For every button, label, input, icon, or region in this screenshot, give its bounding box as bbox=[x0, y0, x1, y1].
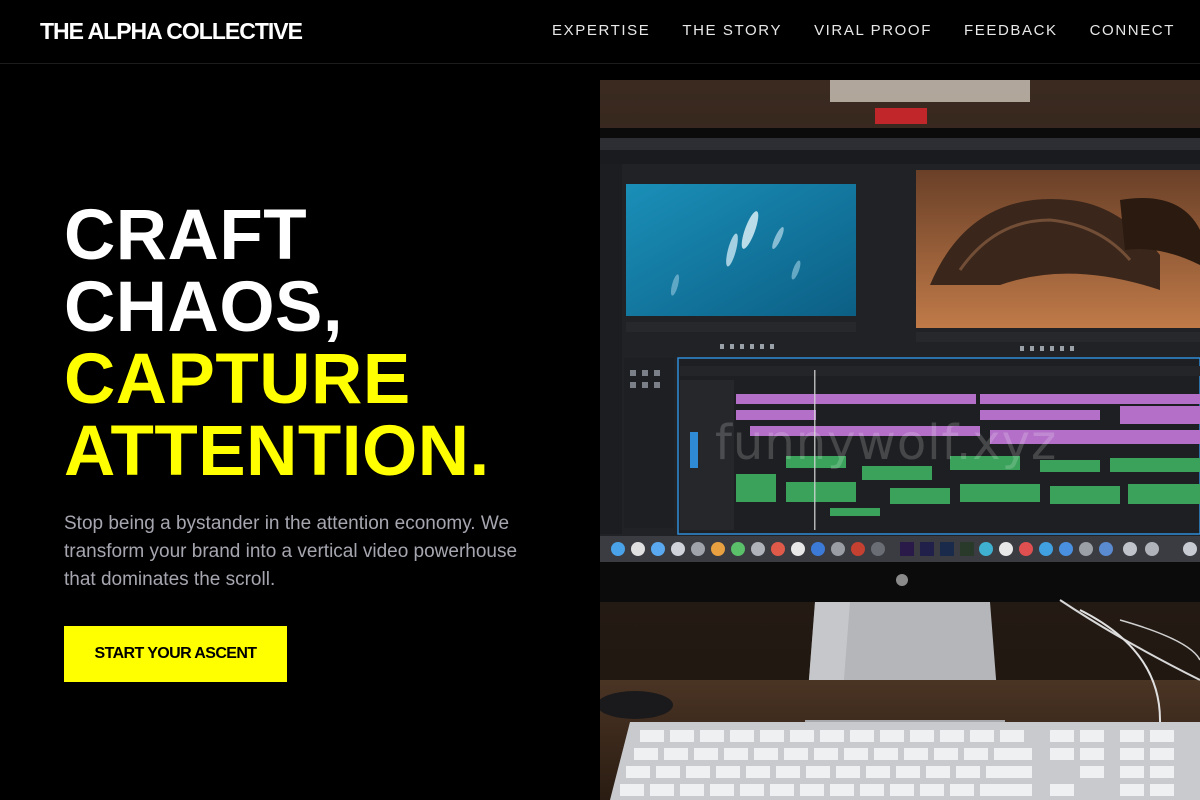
headline-line-2: CHAOS, bbox=[64, 268, 344, 347]
headline-line-1: CRAFT bbox=[64, 196, 308, 275]
hero-headline: CRAFT CHAOS, CAPTURE ATTENTION. bbox=[64, 200, 490, 488]
nav-links: EXPERTISE THE STORY VIRAL PROOF FEEDBACK… bbox=[552, 22, 1175, 39]
nav-link-connect[interactable]: CONNECT bbox=[1090, 22, 1175, 39]
nav-link-expertise[interactable]: EXPERTISE bbox=[552, 22, 650, 39]
hero-image: funnywolf.xyz bbox=[600, 80, 1200, 800]
headline-line-4: ATTENTION. bbox=[64, 412, 490, 491]
image-watermark: funnywolf.xyz bbox=[715, 415, 1058, 471]
top-navigation: THE ALPHA COLLECTIVE EXPERTISE THE STORY… bbox=[0, 0, 1200, 64]
hero-subtext: Stop being a bystander in the attention … bbox=[64, 513, 518, 590]
headline-line-3: CAPTURE bbox=[64, 340, 411, 419]
nav-link-viral-proof[interactable]: VIRAL PROOF bbox=[814, 22, 932, 39]
start-your-ascent-button[interactable]: START YOUR ASCENT bbox=[64, 626, 287, 682]
brand-logo[interactable]: THE ALPHA COLLECTIVE bbox=[40, 18, 303, 45]
nav-link-feedback[interactable]: FEEDBACK bbox=[964, 22, 1058, 39]
nav-link-the-story[interactable]: THE STORY bbox=[682, 22, 782, 39]
